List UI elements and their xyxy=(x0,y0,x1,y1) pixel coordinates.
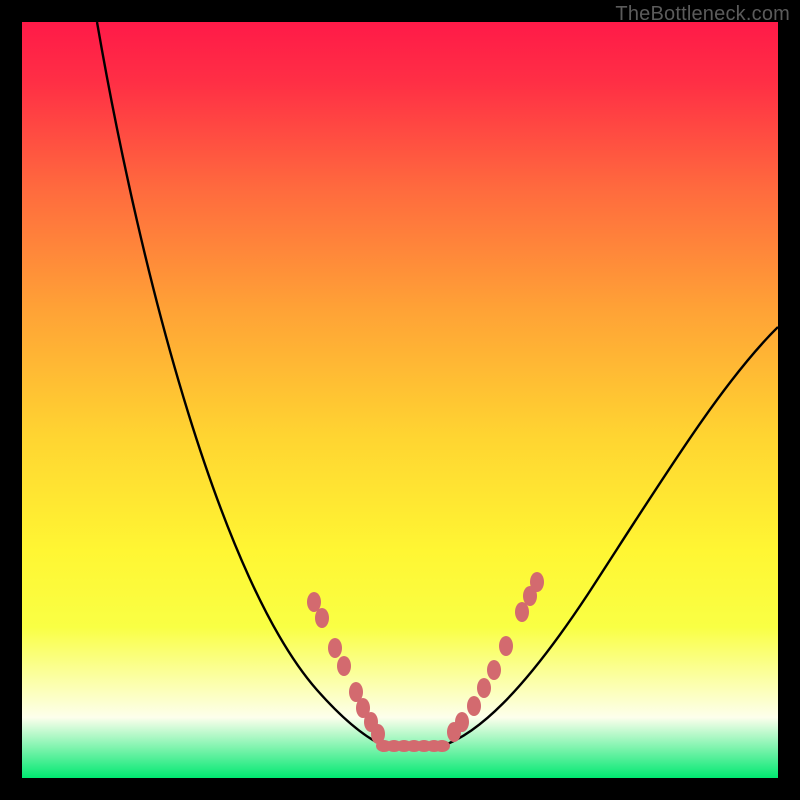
data-point xyxy=(434,740,450,752)
data-point xyxy=(315,608,329,628)
data-point xyxy=(307,592,321,612)
data-point xyxy=(328,638,342,658)
curve-left xyxy=(97,22,384,746)
data-point xyxy=(515,602,529,622)
curve-group xyxy=(97,22,778,746)
data-point xyxy=(487,660,501,680)
data-point xyxy=(337,656,351,676)
bottleneck-curve xyxy=(22,22,778,778)
data-point xyxy=(530,572,544,592)
gradient-plot-area xyxy=(22,22,778,778)
dots-right xyxy=(447,572,544,742)
data-point xyxy=(467,696,481,716)
curve-right xyxy=(442,327,778,746)
dots-flat xyxy=(376,740,450,752)
data-point xyxy=(477,678,491,698)
data-point xyxy=(499,636,513,656)
data-point xyxy=(455,712,469,732)
watermark-text: TheBottleneck.com xyxy=(615,3,790,26)
